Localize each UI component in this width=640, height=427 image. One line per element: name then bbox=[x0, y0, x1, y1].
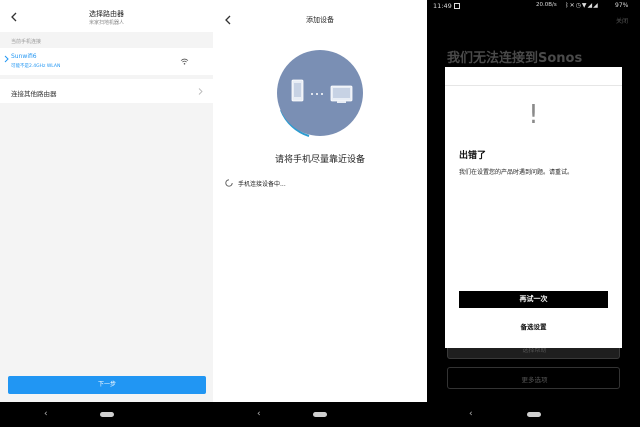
next-button[interactable]: 下一步 bbox=[8, 376, 206, 394]
status-icons: ᛒ✕◷▼◢◢ bbox=[565, 2, 599, 9]
phone-to-device-illustration-icon bbox=[277, 50, 363, 137]
chevron-right-icon bbox=[4, 55, 9, 63]
alternate-setup-button[interactable]: 备选设置 bbox=[445, 321, 622, 331]
other-router-label: 连接其他路由器 bbox=[11, 90, 57, 98]
wifi-name: Sunwifi6 bbox=[11, 53, 37, 60]
choose-router-screen: 选择路由器 米家扫地机器人 当前手机连接 Sunwifi6 可能不是2.4GHz… bbox=[0, 0, 213, 427]
nav-home-icon[interactable] bbox=[527, 412, 541, 417]
image-notification-icon bbox=[454, 3, 460, 9]
more-options-label: 更多选项 bbox=[521, 376, 548, 384]
nav-back-icon[interactable]: ‹ bbox=[44, 409, 48, 419]
status-time: 11:49 bbox=[433, 2, 452, 10]
nav-back-icon[interactable]: ‹ bbox=[257, 409, 261, 419]
more-options-button[interactable]: 更多选项 bbox=[447, 367, 620, 389]
sonos-error-screen: 11:49 20.0B/s ᛒ✕◷▼◢◢ 97% 关闭 我们无法连接到Sonos… bbox=[427, 0, 640, 427]
nav-home-icon[interactable] bbox=[313, 412, 327, 417]
page-title: 添加设备 bbox=[306, 16, 334, 24]
error-message: 我们在设置您的产品时遇到问题。请重试。 bbox=[459, 169, 574, 176]
navigation-bar: ‹ bbox=[0, 402, 213, 427]
error-dialog: ! 出错了 我们在设置您的产品时遇到问题。请重试。 再试一次 备选设置 bbox=[445, 67, 622, 348]
page-subtitle: 米家扫地机器人 bbox=[88, 20, 124, 26]
nav-back-icon[interactable]: ‹ bbox=[469, 409, 473, 419]
wifi-band-note: 可能不是2.4GHz WLAN bbox=[11, 64, 61, 69]
retry-button[interactable]: 再试一次 bbox=[459, 291, 608, 308]
navigation-bar: ‹ bbox=[213, 402, 427, 427]
add-device-screen: 添加设备 请将手机尽量靠近设备 手机连接设备中... ‹ bbox=[213, 0, 427, 427]
page-title: 选择路由器 bbox=[89, 10, 124, 18]
error-title: 出错了 bbox=[459, 151, 487, 161]
nav-home-icon[interactable] bbox=[100, 412, 114, 417]
wifi-icon bbox=[180, 58, 189, 65]
network-speed: 20.0B/s bbox=[536, 2, 557, 8]
battery-level: 97% bbox=[615, 2, 629, 9]
connection-status-text: 手机连接设备中... bbox=[238, 181, 286, 188]
status-bar: 11:49 20.0B/s ᛒ✕◷▼◢◢ 97% bbox=[427, 0, 640, 12]
dialog-divider bbox=[445, 85, 622, 86]
instruction-text: 请将手机尽量靠近设备 bbox=[274, 155, 365, 165]
chevron-right-icon bbox=[198, 88, 203, 95]
navigation-bar: ‹ bbox=[427, 402, 640, 427]
close-button[interactable]: 关闭 bbox=[616, 16, 628, 25]
exclamation-icon: ! bbox=[528, 100, 539, 130]
cell-signal-icon: ◢ bbox=[593, 2, 599, 9]
loading-spinner-icon bbox=[225, 179, 233, 187]
section-label: 当前手机连接 bbox=[11, 39, 42, 45]
background-title: 我们无法连接到Sonos bbox=[447, 51, 583, 66]
